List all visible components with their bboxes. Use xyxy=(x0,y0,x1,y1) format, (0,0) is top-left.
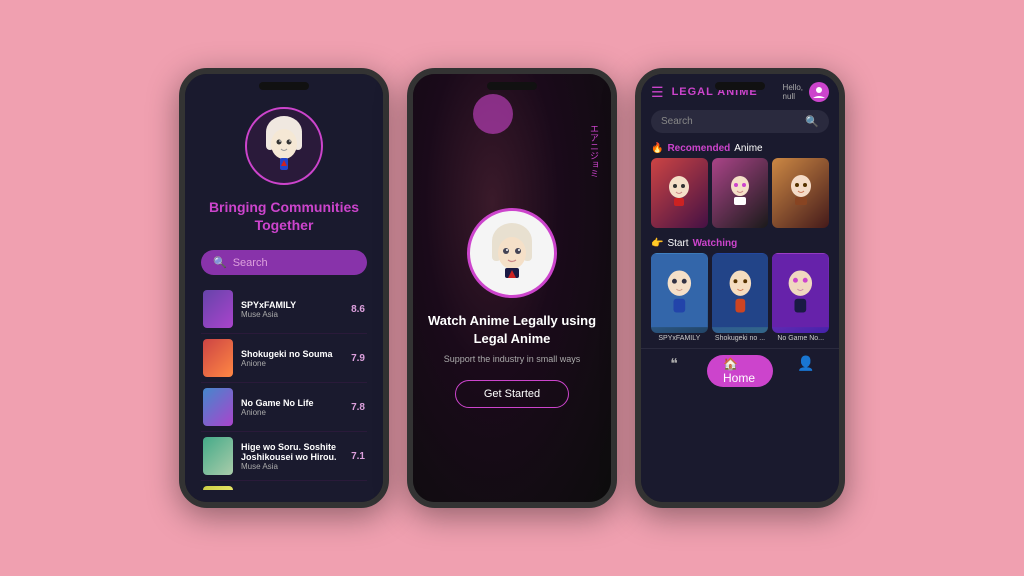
rec-card-2[interactable] xyxy=(712,158,769,228)
anime-list-item[interactable]: One Punch Man Muse Asia 8.3 xyxy=(201,481,367,490)
home-search-placeholder: Search xyxy=(661,116,693,127)
anime-score: 7.8 xyxy=(351,402,365,413)
nav-item-quotes[interactable]: ❝ xyxy=(641,355,707,387)
anime-info: Shokugeki no Souma Anione xyxy=(241,349,351,368)
anime-thumb xyxy=(203,486,233,490)
phone1-title: Bringing Communities Together xyxy=(201,198,367,234)
splash-title: Watch Anime Legally using Legal Anime xyxy=(413,312,611,348)
nav-item-profile[interactable]: 👤 xyxy=(773,355,839,387)
anime-list: SPYxFAMILY Muse Asia 8.6 Shokugeki no So… xyxy=(201,285,367,490)
hamburger-icon[interactable]: ☰ xyxy=(651,84,664,101)
user-avatar[interactable] xyxy=(809,82,829,102)
watch-card-1[interactable] xyxy=(651,253,708,333)
rec-card-3[interactable] xyxy=(772,158,829,228)
watch-card-container-3: No Game No... xyxy=(772,253,829,342)
nav-item-home[interactable]: 🏠 Home xyxy=(707,355,773,387)
watching-suffix: Watching xyxy=(693,238,738,249)
anime-score: 7.1 xyxy=(351,451,365,462)
quotes-icon: ❝ xyxy=(670,355,678,372)
anime-thumb xyxy=(203,339,233,377)
recommended-section-title: 🔥 Recomended Anime xyxy=(641,139,839,158)
phone2-screen: エアニジョミ Watch Anime Le xyxy=(413,74,611,502)
phone3-screen: ☰ LEGAL ANIME Hello,null Search 🔍 🔥 Reco… xyxy=(641,74,839,502)
anime-studio: Muse Asia xyxy=(241,310,351,319)
watch-label-2: Shokugeki no ... xyxy=(712,333,769,342)
watch-card-container-2: Shokugeki no ... xyxy=(712,253,769,342)
recommended-label: Recomended xyxy=(667,143,730,154)
anime-list-item[interactable]: Hige wo Soru. Soshite Joshikousei wo Hir… xyxy=(201,432,367,481)
anime-list-item[interactable]: SPYxFAMILY Muse Asia 8.6 xyxy=(201,285,367,334)
watch-card-container-1: SPYxFAMILY xyxy=(651,253,708,342)
search-icon: 🔍 xyxy=(213,256,227,269)
watching-label: Start xyxy=(667,238,688,249)
watch-label-1: SPYxFAMILY xyxy=(651,333,708,342)
hello-text: Hello,null xyxy=(783,83,803,101)
recommended-suffix: Anime xyxy=(734,143,762,154)
phone1-screen: Bringing Communities Together 🔍 Search S… xyxy=(185,74,383,502)
anime-list-item[interactable]: No Game No Life Anione 7.8 xyxy=(201,383,367,432)
home-icon: 🏠 Home xyxy=(707,355,773,387)
anime-score: 7.9 xyxy=(351,353,365,364)
splash-subtitle: Support the industry in small ways xyxy=(432,354,593,364)
phone-2: エアニジョミ Watch Anime Le xyxy=(407,68,617,508)
watching-strip: SPYxFAMILY Shokugeki no ... xyxy=(641,253,839,348)
anime-info: No Game No Life Anione xyxy=(241,398,351,417)
watch-card-3[interactable] xyxy=(772,253,829,333)
profile-icon: 👤 xyxy=(797,355,814,372)
home-search-icon: 🔍 xyxy=(805,115,819,128)
recommended-emoji: 🔥 xyxy=(651,143,663,154)
anime-thumb xyxy=(203,437,233,475)
anime-thumb xyxy=(203,290,233,328)
anime-name: No Game No Life xyxy=(241,398,351,408)
anime-studio: Anione xyxy=(241,408,351,417)
splash-character-circle xyxy=(467,208,557,298)
watching-section-title: 👉 Start Watching xyxy=(641,234,839,253)
bottom-nav: ❝ 🏠 Home 👤 xyxy=(641,348,839,395)
anime-studio: Muse Asia xyxy=(241,462,351,471)
anime-name: Shokugeki no Souma xyxy=(241,349,351,359)
anime-name: SPYxFAMILY xyxy=(241,300,351,310)
app-header: ☰ LEGAL ANIME Hello,null xyxy=(641,74,839,106)
anime-score: 8.6 xyxy=(351,304,365,315)
rec-card-1[interactable] xyxy=(651,158,708,228)
watch-card-2[interactable] xyxy=(712,253,769,333)
anime-thumb xyxy=(203,388,233,426)
watching-emoji: 👉 xyxy=(651,238,663,249)
search-text: Search xyxy=(233,257,268,269)
home-search-bar[interactable]: Search 🔍 xyxy=(651,110,829,133)
app-title-text: LEGAL ANIME xyxy=(672,86,783,98)
splash-character-svg xyxy=(472,213,552,293)
phone-3: ☰ LEGAL ANIME Hello,null Search 🔍 🔥 Reco… xyxy=(635,68,845,508)
anime-info: Hige wo Soru. Soshite Joshikousei wo Hir… xyxy=(241,442,351,471)
anime-info: SPYxFAMILY Muse Asia xyxy=(241,300,351,319)
recommended-strip xyxy=(641,158,839,234)
watch-label-3: No Game No... xyxy=(772,333,829,342)
phone1-search-bar[interactable]: 🔍 Search xyxy=(201,250,367,275)
get-started-button[interactable]: Get Started xyxy=(455,380,569,408)
anime-list-item[interactable]: Shokugeki no Souma Anione 7.9 xyxy=(201,334,367,383)
anime-name: Hige wo Soru. Soshite Joshikousei wo Hir… xyxy=(241,442,351,462)
splash-accent-circle xyxy=(473,94,513,134)
phone1-avatar xyxy=(244,106,324,186)
anime-studio: Anione xyxy=(241,359,351,368)
phone-1: Bringing Communities Together 🔍 Search S… xyxy=(179,68,389,508)
katakana-text: エアニジョミ xyxy=(587,124,601,178)
